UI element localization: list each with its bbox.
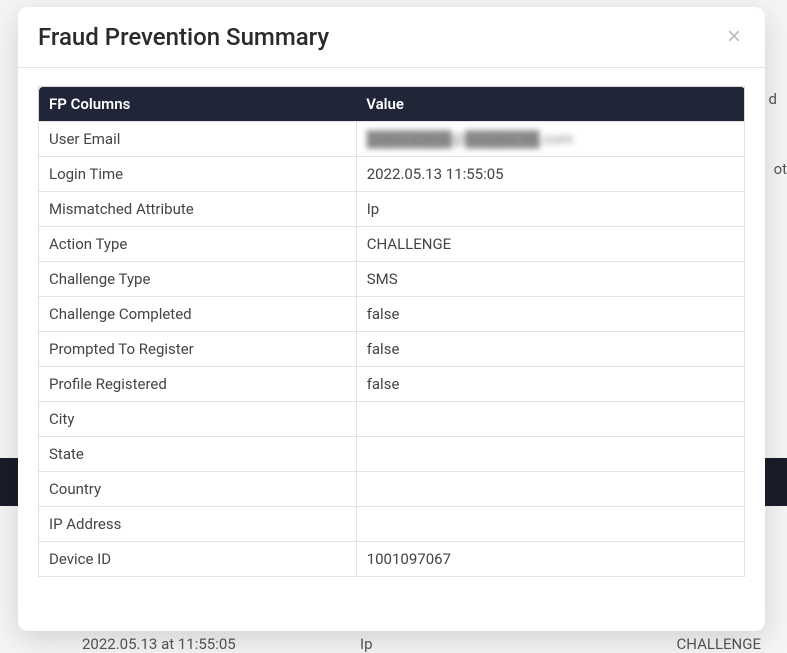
table-cell-label: Login Time — [39, 157, 357, 192]
table-row: State — [39, 437, 745, 472]
table-cell-label: IP Address — [39, 507, 357, 542]
background-text-time: 2022.05.13 at 11:55:05 — [82, 635, 236, 653]
table-header-value: Value — [356, 87, 744, 122]
table-cell-label: Profile Registered — [39, 367, 357, 402]
table-cell-label: Prompted To Register — [39, 332, 357, 367]
table-cell-value — [356, 507, 744, 542]
table-cell-label: Challenge Completed — [39, 297, 357, 332]
background-text-fragment: d — [769, 90, 777, 108]
table-row: Device ID1001097067 — [39, 542, 745, 577]
table-row: Challenge TypeSMS — [39, 262, 745, 297]
table-cell-label: Mismatched Attribute — [39, 192, 357, 227]
table-cell-label: Action Type — [39, 227, 357, 262]
table-cell-value — [356, 402, 744, 437]
table-cell-value: 1001097067 — [356, 542, 744, 577]
table-header-fp-columns: FP Columns — [39, 87, 357, 122]
table-row: Login Time2022.05.13 11:55:05 — [39, 157, 745, 192]
table-cell-label: Challenge Type — [39, 262, 357, 297]
table-header-row: FP Columns Value — [39, 87, 745, 122]
table-cell-value: Ip — [356, 192, 744, 227]
background-text-challenge: CHALLENGE — [676, 635, 761, 653]
close-icon: × — [727, 23, 741, 50]
table-row: Profile Registeredfalse — [39, 367, 745, 402]
table-row: Challenge Completedfalse — [39, 297, 745, 332]
modal-header: Fraud Prevention Summary × — [18, 7, 765, 68]
table-cell-value — [356, 437, 744, 472]
table-row: User Email ████████@███████.com — [39, 122, 745, 157]
table-cell-label: User Email — [39, 122, 357, 157]
table-row: Country — [39, 472, 745, 507]
fraud-summary-table: FP Columns Value User Email ████████@████… — [38, 86, 745, 577]
table-cell-value: SMS — [356, 262, 744, 297]
close-button[interactable]: × — [723, 25, 745, 49]
table-cell-value: false — [356, 332, 744, 367]
table-cell-label: Country — [39, 472, 357, 507]
table-cell-value: ████████@███████.com — [356, 122, 744, 157]
table-cell-value: CHALLENGE — [356, 227, 744, 262]
table-cell-label: City — [39, 402, 357, 437]
table-row: Prompted To Registerfalse — [39, 332, 745, 367]
redacted-value: ████████@███████.com — [367, 130, 573, 148]
background-text-fragment: ote — [774, 160, 787, 178]
modal-body: FP Columns Value User Email ████████@████… — [18, 68, 765, 631]
table-cell-value: false — [356, 297, 744, 332]
table-cell-value: false — [356, 367, 744, 402]
modal-title: Fraud Prevention Summary — [38, 23, 329, 51]
background-text-ip: Ip — [360, 635, 373, 653]
table-row: Action TypeCHALLENGE — [39, 227, 745, 262]
table-cell-value — [356, 472, 744, 507]
table-row: IP Address — [39, 507, 745, 542]
table-cell-label: Device ID — [39, 542, 357, 577]
fraud-prevention-modal: Fraud Prevention Summary × FP Columns Va… — [18, 7, 765, 631]
table-row: Mismatched AttributeIp — [39, 192, 745, 227]
table-row: City — [39, 402, 745, 437]
table-cell-label: State — [39, 437, 357, 472]
table-cell-value: 2022.05.13 11:55:05 — [356, 157, 744, 192]
